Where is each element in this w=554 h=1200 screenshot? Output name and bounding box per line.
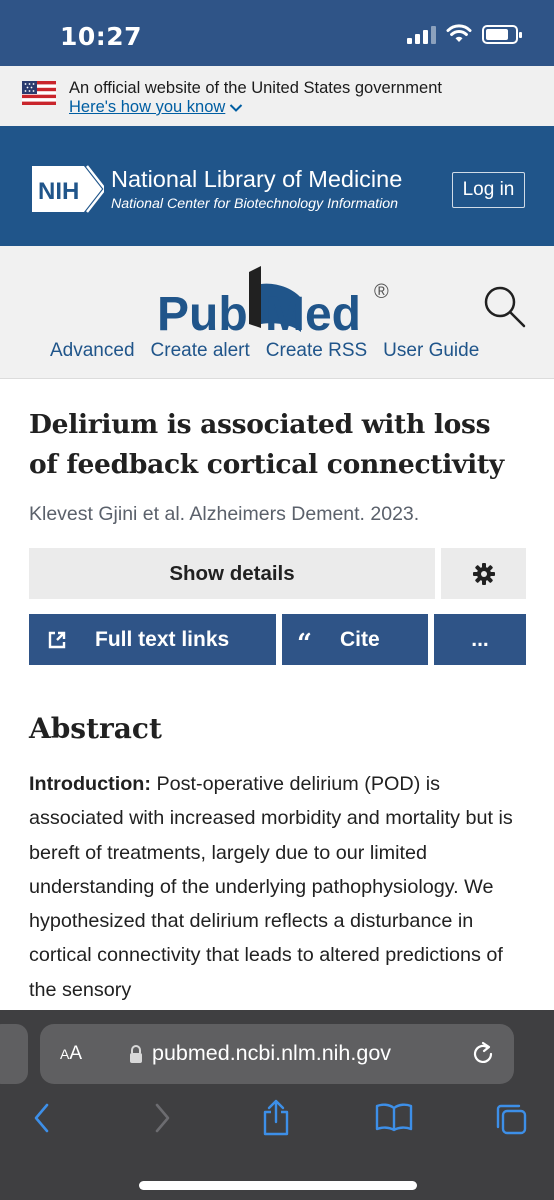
us-flag-icon [22, 81, 56, 105]
create-alert-link[interactable]: Create alert [151, 340, 250, 362]
pubmed-registered-mark: ® [374, 281, 389, 303]
status-bar: 10:27 [0, 0, 554, 66]
abstract-body: Post-operative delirium (POD) is associa… [29, 773, 513, 1001]
status-icons [407, 24, 522, 44]
nlm-header: NIH National Library of Medicine Nationa… [0, 126, 554, 246]
display-options-button[interactable] [441, 548, 526, 599]
abstract-heading: Abstract [29, 712, 162, 745]
nih-logo-text: NIH [38, 178, 79, 205]
status-time: 10:27 [60, 22, 143, 51]
safari-bottom-bar: AA pubmed.ncbi.nlm.nih.gov [0, 1010, 554, 1200]
nih-logo[interactable]: NIH [30, 164, 104, 214]
more-actions-button[interactable]: ... [434, 614, 526, 665]
address-bar[interactable]: AA pubmed.ncbi.nlm.nih.gov [40, 1024, 514, 1084]
forward-icon[interactable] [152, 1102, 172, 1134]
bookmarks-icon[interactable] [375, 1102, 413, 1132]
home-indicator [139, 1181, 417, 1190]
gov-banner-link[interactable]: Here's how you know [69, 98, 243, 117]
login-button[interactable]: Log in [452, 172, 525, 208]
abstract-section-label: Introduction: [29, 773, 151, 795]
pubmed-logo-med: Med [265, 288, 361, 338]
article-title-line-1: Delirium is associated with loss [29, 409, 491, 440]
full-text-links-label[interactable]: Full text links [95, 628, 229, 652]
article-citation-meta[interactable]: Klevest Gjini et al. Alzheimers Dement. … [29, 503, 419, 526]
article-title-line-2: of feedback cortical connectivity [29, 449, 504, 480]
back-icon[interactable] [32, 1102, 52, 1134]
gov-banner: An official website of the United States… [0, 66, 554, 126]
advanced-link[interactable]: Advanced [50, 340, 135, 362]
lock-icon [130, 1045, 142, 1063]
page-settings-button[interactable]: AA [60, 1043, 82, 1065]
pubmed-logo-pub: Pub [157, 288, 248, 338]
tabs-icon[interactable] [494, 1102, 528, 1136]
gov-banner-text: An official website of the United States… [69, 79, 442, 97]
chevron-down-icon[interactable] [229, 103, 243, 113]
gov-banner-link-label[interactable]: Here's how you know [69, 98, 225, 117]
article-title: Delirium is associated with loss of feed… [29, 405, 529, 485]
quote-icon: “ [297, 628, 312, 659]
safari-toolbar [0, 1099, 554, 1142]
cite-label[interactable]: Cite [340, 628, 380, 652]
external-link-icon [48, 631, 66, 648]
nlm-subtitle: National Center for Biotechnology Inform… [111, 196, 399, 212]
nlm-title[interactable]: National Library of Medicine [111, 166, 402, 193]
full-text-links-button[interactable]: Full text links [29, 614, 276, 665]
pubmed-logo[interactable]: Pub Med ® [157, 258, 397, 338]
previous-tab-peek[interactable] [0, 1024, 28, 1084]
cellular-signal-icon [407, 24, 436, 44]
cite-button[interactable]: “ Cite [282, 614, 428, 665]
url-text[interactable]: pubmed.ncbi.nlm.nih.gov [152, 1041, 391, 1066]
search-icon[interactable] [482, 284, 528, 330]
create-rss-link[interactable]: Create RSS [266, 340, 367, 362]
wifi-icon [446, 24, 472, 42]
pubmed-links: Advanced Create alert Create RSS User Gu… [50, 340, 479, 362]
share-icon[interactable] [260, 1098, 292, 1136]
user-guide-link[interactable]: User Guide [383, 340, 479, 362]
reload-icon[interactable] [470, 1041, 496, 1067]
show-details-button[interactable]: Show details [29, 548, 435, 599]
pubmed-header: Pub Med ® Advanced Create alert Create R… [0, 246, 554, 379]
gear-icon[interactable] [472, 562, 496, 586]
battery-icon [482, 24, 522, 44]
abstract-text: Introduction: Post-operative delirium (P… [29, 767, 527, 1007]
